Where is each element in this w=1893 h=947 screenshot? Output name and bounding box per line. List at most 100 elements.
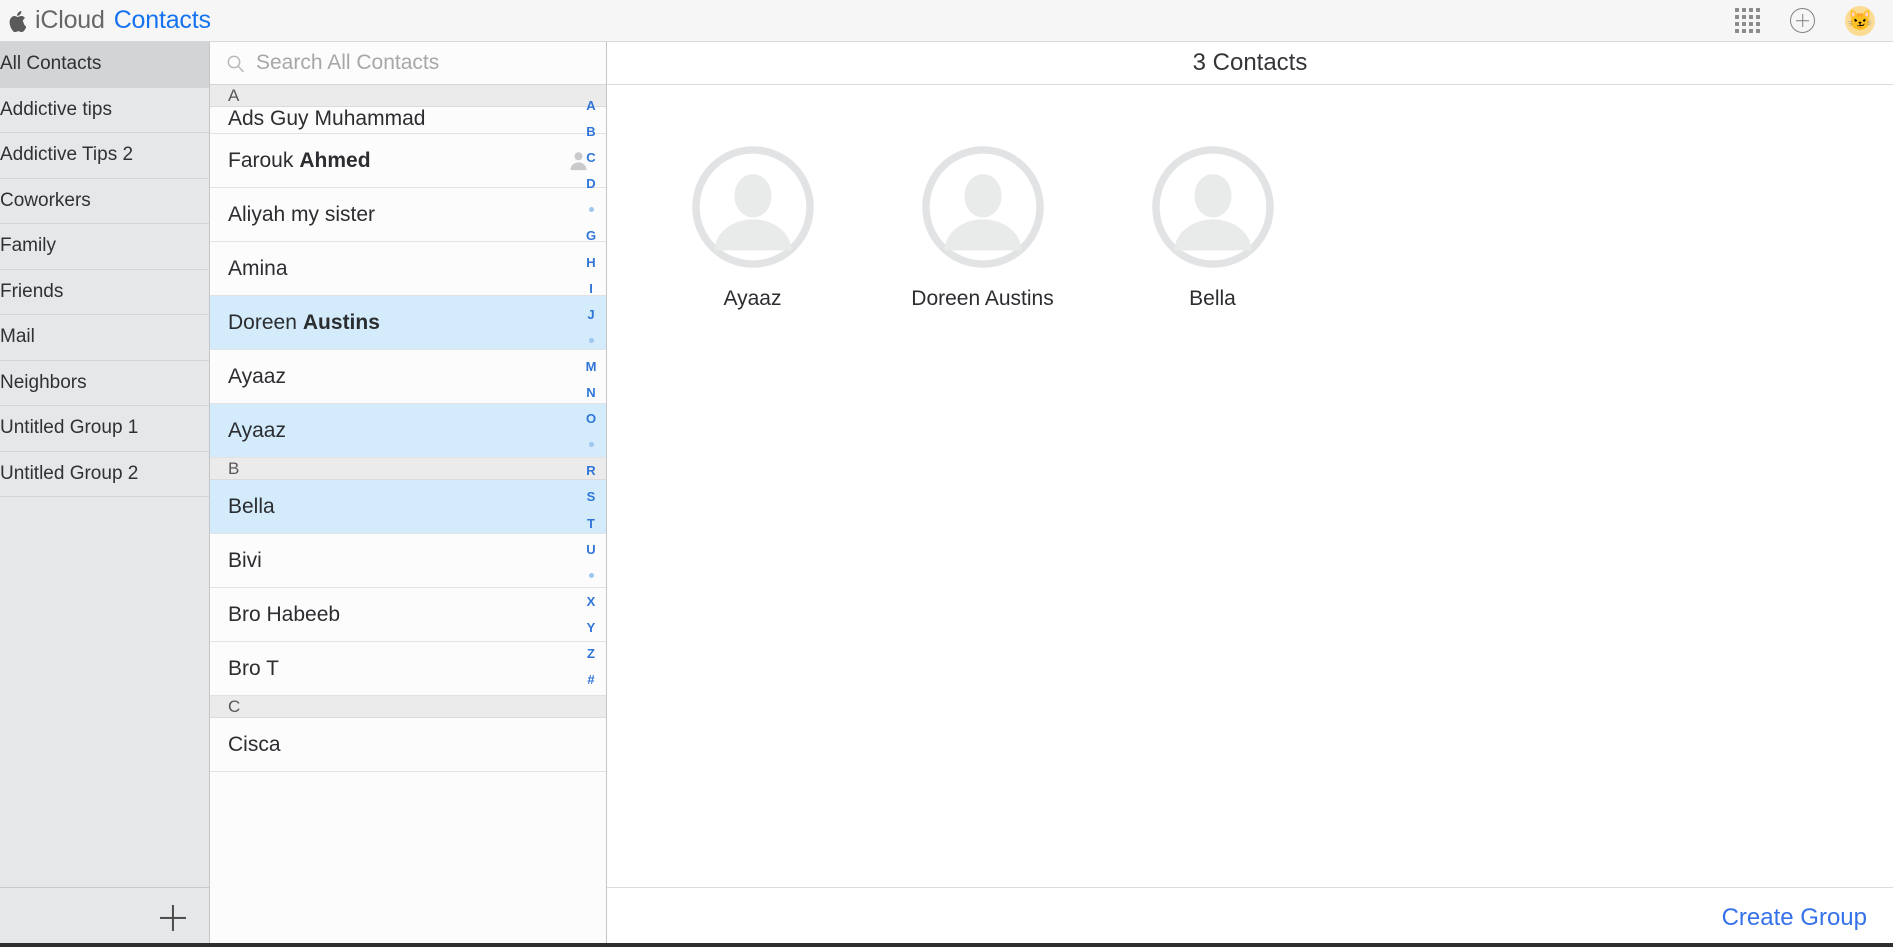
sidebar: All Contacts Addictive tips Addictive Ti… bbox=[0, 42, 210, 947]
user-avatar[interactable]: 😼 bbox=[1845, 5, 1875, 36]
alpha-index-item[interactable]: H bbox=[576, 256, 606, 269]
create-group-button[interactable]: Create Group bbox=[1722, 904, 1867, 932]
search-input[interactable] bbox=[256, 51, 590, 75]
apps-grid-icon[interactable] bbox=[1735, 8, 1760, 33]
contact-card[interactable]: Bella bbox=[1125, 145, 1300, 311]
contact-card[interactable]: Doreen Austins bbox=[895, 145, 1070, 311]
sidebar-item-label: Mail bbox=[0, 326, 35, 348]
alpha-index-item[interactable]: • bbox=[576, 203, 606, 216]
alpha-index-item[interactable]: R bbox=[576, 464, 606, 477]
sidebar-item-label: Addictive Tips 2 bbox=[0, 144, 134, 166]
contact-name: Ayaaz bbox=[228, 364, 286, 388]
contact-row[interactable]: Farouk Ahmed bbox=[210, 134, 606, 188]
contact-name: Farouk bbox=[228, 148, 294, 172]
section-header-a: A bbox=[210, 85, 606, 107]
contact-name: Ayaaz bbox=[228, 418, 286, 442]
sidebar-item-label: Addictive tips bbox=[0, 98, 112, 120]
contact-row[interactable]: Bella bbox=[210, 480, 606, 534]
sidebar-item-coworkers[interactable]: Coworkers bbox=[0, 178, 209, 224]
alpha-index-item[interactable]: # bbox=[576, 673, 606, 686]
alpha-index-item[interactable]: B bbox=[576, 125, 606, 138]
contact-last-name: Austins bbox=[302, 310, 380, 334]
person-placeholder-icon bbox=[921, 146, 1044, 268]
section-header-b: B bbox=[210, 458, 606, 480]
search-bar bbox=[210, 42, 606, 85]
alpha-index-item[interactable]: • bbox=[576, 334, 606, 347]
alphabet-index[interactable]: A B C D • G H I J • M N O • R S T U • X bbox=[576, 85, 606, 947]
alpha-index-item[interactable]: Y bbox=[576, 621, 606, 634]
contact-row[interactable]: Ads Guy Muhammad bbox=[210, 107, 606, 134]
plus-circle-icon[interactable] bbox=[1790, 8, 1815, 33]
alpha-index-item[interactable]: N bbox=[576, 386, 606, 399]
alpha-index-item[interactable]: T bbox=[576, 517, 606, 530]
section-header-c: C bbox=[210, 696, 606, 718]
brand-icloud-label: iCloud bbox=[35, 6, 105, 34]
contact-name: Amina bbox=[228, 256, 288, 280]
alpha-index-item[interactable]: O bbox=[576, 412, 606, 425]
contact-card-name: Doreen Austins bbox=[911, 287, 1054, 310]
alpha-index-item[interactable]: S bbox=[576, 490, 606, 503]
sidebar-item-all-contacts[interactable]: All Contacts bbox=[0, 42, 209, 88]
sidebar-item-untitled-group-2[interactable]: Untitled Group 2 bbox=[0, 451, 209, 497]
alpha-index-item[interactable]: I bbox=[576, 282, 606, 295]
section-label: A bbox=[228, 85, 240, 105]
contact-row[interactable]: Amina bbox=[210, 242, 606, 296]
contact-row[interactable]: Doreen Austins bbox=[210, 296, 606, 350]
alpha-index-item[interactable]: J bbox=[576, 308, 606, 321]
contact-name: Bro T bbox=[228, 656, 279, 680]
brand[interactable]: iCloud Contacts bbox=[8, 6, 211, 35]
add-group-icon[interactable] bbox=[159, 904, 187, 932]
contact-card[interactable]: Ayaaz bbox=[665, 145, 840, 311]
contact-list-column: A Ads Guy Muhammad Farouk Ahmed Aliyah m… bbox=[210, 42, 607, 947]
alpha-index-item[interactable]: C bbox=[576, 151, 606, 164]
contact-name: Ads Guy bbox=[228, 107, 309, 130]
contact-name: Doreen bbox=[228, 310, 297, 334]
contact-row[interactable]: Cisca bbox=[210, 718, 606, 772]
apple-logo-icon bbox=[9, 10, 26, 32]
contact-card-name: Bella bbox=[1189, 287, 1236, 310]
alpha-index-item[interactable]: A bbox=[576, 99, 606, 112]
contact-row[interactable]: Aliyah my sister bbox=[210, 188, 606, 242]
contact-name: Bro Habeeb bbox=[228, 602, 341, 626]
icloud-contacts-app: iCloud Contacts 😼 All Contacts Addictive… bbox=[0, 0, 1893, 947]
sidebar-item-friends[interactable]: Friends bbox=[0, 269, 209, 315]
group-list: All Contacts Addictive tips Addictive Ti… bbox=[0, 42, 209, 887]
sidebar-item-label: All Contacts bbox=[0, 53, 102, 75]
sidebar-item-neighbors[interactable]: Neighbors bbox=[0, 360, 209, 406]
sidebar-item-mail[interactable]: Mail bbox=[0, 315, 209, 361]
brand-app-label: Contacts bbox=[113, 6, 211, 34]
selected-contacts-grid: Ayaaz Doreen Austins Bella bbox=[607, 85, 1893, 887]
alpha-index-item[interactable]: D bbox=[576, 177, 606, 190]
sidebar-item-label: Untitled Group 2 bbox=[0, 462, 139, 484]
person-placeholder-icon bbox=[691, 146, 814, 268]
contact-rows: A Ads Guy Muhammad Farouk Ahmed Aliyah m… bbox=[210, 85, 606, 947]
contact-row[interactable]: Bro T bbox=[210, 642, 606, 696]
detail-header: 3 Contacts bbox=[607, 42, 1893, 85]
contact-row[interactable]: Ayaaz bbox=[210, 350, 606, 404]
alpha-index-item[interactable]: G bbox=[576, 229, 606, 242]
section-label: C bbox=[228, 696, 241, 716]
alpha-index-item[interactable]: • bbox=[576, 438, 606, 451]
alpha-index-item[interactable]: M bbox=[576, 360, 606, 373]
search-icon bbox=[227, 55, 244, 72]
sidebar-item-addictive-tips[interactable]: Addictive tips bbox=[0, 87, 209, 133]
contact-count-label: 3 Contacts bbox=[1192, 49, 1308, 76]
top-bar-actions: 😼 bbox=[1735, 5, 1875, 36]
contact-row[interactable]: Bro Habeeb bbox=[210, 588, 606, 642]
detail-footer: Create Group bbox=[607, 887, 1893, 947]
detail-pane: 3 Contacts Ayaaz Doreen Austins Bella Cr… bbox=[607, 42, 1893, 947]
alpha-index-item[interactable]: • bbox=[576, 569, 606, 582]
contact-name: Bivi bbox=[228, 548, 262, 572]
top-bar: iCloud Contacts 😼 bbox=[0, 0, 1893, 42]
page-bottom-edge bbox=[0, 943, 1893, 947]
sidebar-item-untitled-group-1[interactable]: Untitled Group 1 bbox=[0, 406, 209, 452]
alpha-index-item[interactable]: X bbox=[576, 595, 606, 608]
sidebar-item-label: Untitled Group 1 bbox=[0, 417, 139, 439]
person-placeholder-icon bbox=[1151, 146, 1274, 268]
alpha-index-item[interactable]: U bbox=[576, 543, 606, 556]
sidebar-item-family[interactable]: Family bbox=[0, 224, 209, 270]
sidebar-item-addictive-tips-2[interactable]: Addictive Tips 2 bbox=[0, 133, 209, 179]
contact-row[interactable]: Ayaaz bbox=[210, 404, 606, 458]
contact-row[interactable]: Bivi bbox=[210, 534, 606, 588]
alpha-index-item[interactable]: Z bbox=[576, 647, 606, 660]
